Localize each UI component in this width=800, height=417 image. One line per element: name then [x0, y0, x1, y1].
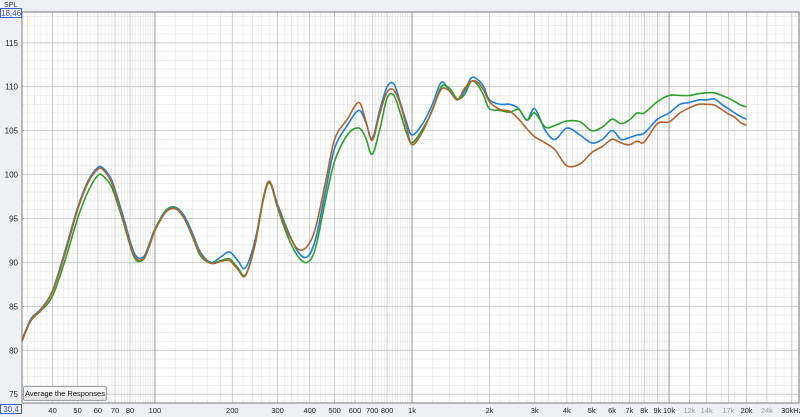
x-tick-label: 6k: [608, 406, 616, 415]
x-tick-label: 2k: [485, 406, 493, 415]
x-tick-label: 500: [328, 406, 341, 415]
average-responses-button[interactable]: Average the Responses: [23, 386, 107, 401]
plot-area[interactable]: [22, 12, 799, 403]
y-tick-label: 75: [9, 390, 18, 399]
x-tick-label: 70: [111, 406, 119, 415]
x-tick-label: 8k: [640, 406, 648, 415]
x-tick-label: 400: [303, 406, 316, 415]
x-tick-label: 700: [366, 406, 379, 415]
x-tick-label: 80: [126, 406, 134, 415]
y-tick-label: 105: [5, 127, 19, 136]
x-tick-label: 4k: [563, 406, 571, 415]
x-tick-label: 300: [271, 406, 284, 415]
x-tick-label: 30kHz: [781, 406, 800, 415]
x-tick-label: 12k: [683, 406, 695, 415]
x-tick-label: 200: [226, 406, 239, 415]
x-tick-label: 800: [381, 406, 394, 415]
x-tick-label: 50: [73, 406, 81, 415]
x-tick-label: 600: [349, 406, 362, 415]
x-tick-label: 3k: [531, 406, 539, 415]
y-tick-label: 90: [9, 258, 18, 267]
x-tick-label: 100: [149, 406, 162, 415]
y-tick-label: 115: [5, 39, 18, 48]
x-tick-label: 10k: [663, 406, 675, 415]
x-tick-label: 40: [48, 406, 56, 415]
x-tick-label: 14k: [701, 406, 713, 415]
frequency-response-chart[interactable]: 75 80 85 90 95 100 105 110 115 40 50 60 70 80 100 200 3…: [0, 0, 800, 417]
y-tick-label: 95: [9, 215, 18, 224]
y-tick-label: 110: [5, 83, 18, 92]
y-tick-label: 85: [9, 302, 18, 311]
y-tick-label: 80: [9, 346, 18, 355]
x-tick-label: 7k: [625, 406, 633, 415]
x-min-readout[interactable]: 30,4: [0, 404, 22, 414]
x-tick-label: 5k: [588, 406, 596, 415]
x-tick-label: 24k: [761, 406, 773, 415]
x-tick-label: 60: [94, 406, 102, 415]
x-tick-label: 9k: [653, 406, 661, 415]
x-tick-label: 17k: [722, 406, 734, 415]
x-tick-label: 20k: [740, 406, 752, 415]
y-tick-label: 100: [5, 171, 19, 180]
y-max-readout[interactable]: 18,46: [0, 8, 22, 18]
rew-graph-window: 75 80 85 90 95 100 105 110 115 40 50 60 70 80 100 200 3…: [0, 0, 800, 417]
x-tick-label: 1k: [408, 406, 416, 415]
